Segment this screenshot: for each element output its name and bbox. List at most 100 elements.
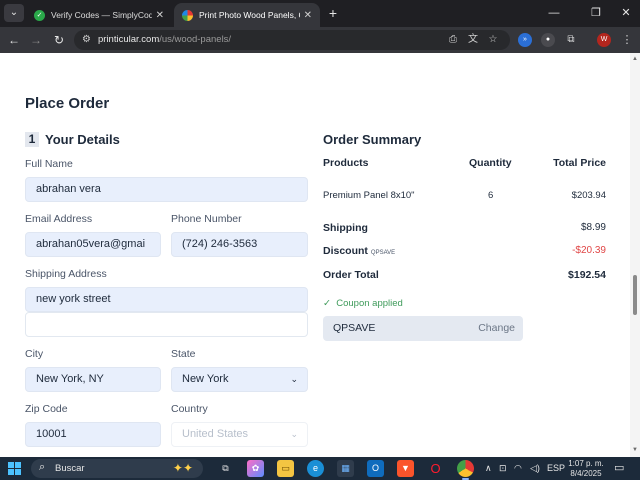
- taskbar-search[interactable]: ⌕ Buscar ✦✦: [31, 459, 203, 478]
- page-content: Place Order 1 Your Details Full Name abr…: [0, 53, 630, 457]
- state-select[interactable]: New York ⌄: [171, 367, 308, 392]
- store-icon[interactable]: ▦: [337, 460, 354, 477]
- tab-printicular[interactable]: Print Photo Wood Panels, Custo ✕: [174, 3, 320, 27]
- search-icon: ⌕: [39, 461, 46, 473]
- address-line1-field[interactable]: new york street: [25, 287, 308, 312]
- state-value: New York: [182, 373, 229, 385]
- language-indicator[interactable]: ESP: [547, 461, 565, 476]
- item-name: Premium Panel 8x10": [323, 190, 415, 201]
- copilot-icon[interactable]: ✿: [247, 460, 264, 477]
- coupon-change-button[interactable]: Change: [478, 316, 515, 341]
- phone-field[interactable]: (724) 246-3563: [171, 232, 308, 257]
- item-quantity: 6: [488, 190, 494, 201]
- col-total-header: Total Price: [553, 157, 606, 169]
- address-line2-field[interactable]: [25, 312, 308, 337]
- coupon-code: QPSAVE: [333, 322, 376, 334]
- coupon-status-text: Coupon applied: [336, 298, 403, 309]
- discount-code: QPSAVE: [370, 250, 396, 256]
- browser-menu-icon[interactable]: ⋮: [620, 33, 634, 47]
- extension-blue-icon[interactable]: »: [518, 33, 532, 47]
- full-name-field[interactable]: abrahan vera: [25, 177, 308, 202]
- order-total-value: $192.54: [568, 269, 606, 281]
- state-label: State: [171, 348, 196, 360]
- close-window-icon[interactable]: ✕: [612, 0, 640, 27]
- clock-date: 8/4/2025: [570, 469, 602, 478]
- scroll-up-arrow-icon[interactable]: ▲: [632, 56, 638, 62]
- wifi-icon[interactable]: ◠: [514, 461, 522, 476]
- chevron-down-icon: ⌄: [290, 374, 298, 384]
- simplycodes-favicon-icon: ✓: [34, 9, 45, 21]
- country-value: United States: [182, 428, 249, 440]
- search-highlight-icon: ✦✦: [172, 461, 193, 475]
- scrollbar-thumb[interactable]: [633, 275, 637, 315]
- browser-toolbar: ← → ↻ ⚙ printicular.com/us/wood-panels/ …: [0, 27, 640, 53]
- zip-label: Zip Code: [25, 403, 68, 415]
- zip-field[interactable]: 10001: [25, 422, 161, 447]
- brave-icon[interactable]: ▼: [397, 460, 414, 477]
- page-title: Place Order: [25, 95, 110, 112]
- scroll-down-arrow-icon[interactable]: ▼: [632, 447, 638, 453]
- shipping-label: Shipping: [323, 222, 368, 234]
- close-tab-icon[interactable]: ✕: [156, 10, 164, 21]
- checkmark-icon: ✓: [323, 298, 331, 309]
- chevron-down-icon: ⌄: [290, 429, 298, 439]
- task-view-icon[interactable]: ⧉: [217, 460, 234, 477]
- network-usage-icon[interactable]: ⊡: [499, 461, 507, 476]
- volume-icon[interactable]: ◁): [530, 461, 540, 476]
- email-label: Email Address: [25, 213, 93, 225]
- order-total-label: Order Total: [323, 269, 379, 281]
- restore-icon[interactable]: ❐: [582, 0, 610, 27]
- full-name-label: Full Name: [25, 158, 73, 170]
- system-clock[interactable]: 1:07 p. m. 8/4/2025: [565, 459, 607, 479]
- extension-gray-icon[interactable]: ●: [541, 33, 555, 47]
- address-bar[interactable]: ⚙ printicular.com/us/wood-panels/ ⎙ 文 ☆: [74, 30, 510, 50]
- tab-search-button[interactable]: ⌄: [4, 4, 24, 22]
- col-products-header: Products: [323, 157, 369, 169]
- outlook-icon[interactable]: O: [367, 460, 384, 477]
- profile-avatar[interactable]: W: [597, 33, 611, 47]
- site-info-icon[interactable]: ⚙: [82, 33, 91, 47]
- install-app-icon[interactable]: ⎙: [446, 33, 460, 47]
- url-text[interactable]: printicular.com/us/wood-panels/: [98, 33, 231, 47]
- item-total: $203.94: [571, 190, 606, 201]
- city-field[interactable]: New York, NY: [25, 367, 161, 392]
- country-select[interactable]: United States ⌄: [171, 422, 308, 447]
- opera-icon[interactable]: O: [427, 460, 444, 477]
- tab-title: Verify Codes — SimplyCodes: [51, 10, 152, 20]
- chrome-icon[interactable]: [457, 460, 474, 480]
- discount-label: Discount: [323, 245, 368, 257]
- url-path: /us/wood-panels/: [159, 34, 232, 45]
- bookmark-star-icon[interactable]: ☆: [486, 33, 500, 47]
- close-tab-icon[interactable]: ✕: [304, 10, 312, 21]
- phone-label: Phone Number: [171, 213, 242, 225]
- reload-icon[interactable]: ↻: [50, 31, 68, 49]
- forward-arrow-icon[interactable]: →: [27, 31, 45, 49]
- printicular-favicon-icon: [182, 9, 193, 21]
- discount-value: -$20.39: [572, 245, 606, 256]
- url-host: printicular.com: [98, 34, 160, 45]
- step-number-badge: 1: [25, 132, 39, 147]
- coupon-status: ✓ Coupon applied: [323, 298, 403, 309]
- minimize-icon[interactable]: —: [540, 0, 568, 27]
- back-arrow-icon[interactable]: ←: [5, 31, 23, 49]
- tab-verify-codes[interactable]: ✓ Verify Codes — SimplyCodes ✕: [26, 3, 172, 27]
- discount-row-label: Discount QPSAVE: [323, 245, 395, 257]
- details-section-title: Your Details: [45, 132, 120, 147]
- windows-start-icon[interactable]: [8, 462, 21, 475]
- email-field[interactable]: abrahan05vera@gmai: [25, 232, 161, 257]
- edge-icon[interactable]: e: [307, 460, 324, 477]
- shipping-address-label: Shipping Address: [25, 268, 107, 280]
- notifications-icon[interactable]: ▭: [614, 461, 624, 476]
- city-label: City: [25, 348, 44, 360]
- order-summary-title: Order Summary: [323, 132, 422, 147]
- translate-icon[interactable]: 文: [466, 33, 480, 47]
- show-hidden-icons-icon[interactable]: ∧: [485, 461, 492, 476]
- col-quantity-header: Quantity: [469, 157, 512, 169]
- new-tab-button[interactable]: +: [324, 4, 342, 22]
- page-scrollbar[interactable]: ▲ ▼: [630, 53, 640, 457]
- extensions-puzzle-icon[interactable]: ⧉: [564, 33, 578, 47]
- windows-taskbar: ⌕ Buscar ✦✦ ⧉ ✿ ▭ e ▦ O ▼ O ∧ ⊡ ◠ ◁) ESP…: [0, 457, 640, 480]
- file-explorer-icon[interactable]: ▭: [277, 460, 294, 477]
- country-label: Country: [171, 403, 208, 415]
- browser-tab-strip: ⌄ ✓ Verify Codes — SimplyCodes ✕ Print P…: [0, 0, 640, 27]
